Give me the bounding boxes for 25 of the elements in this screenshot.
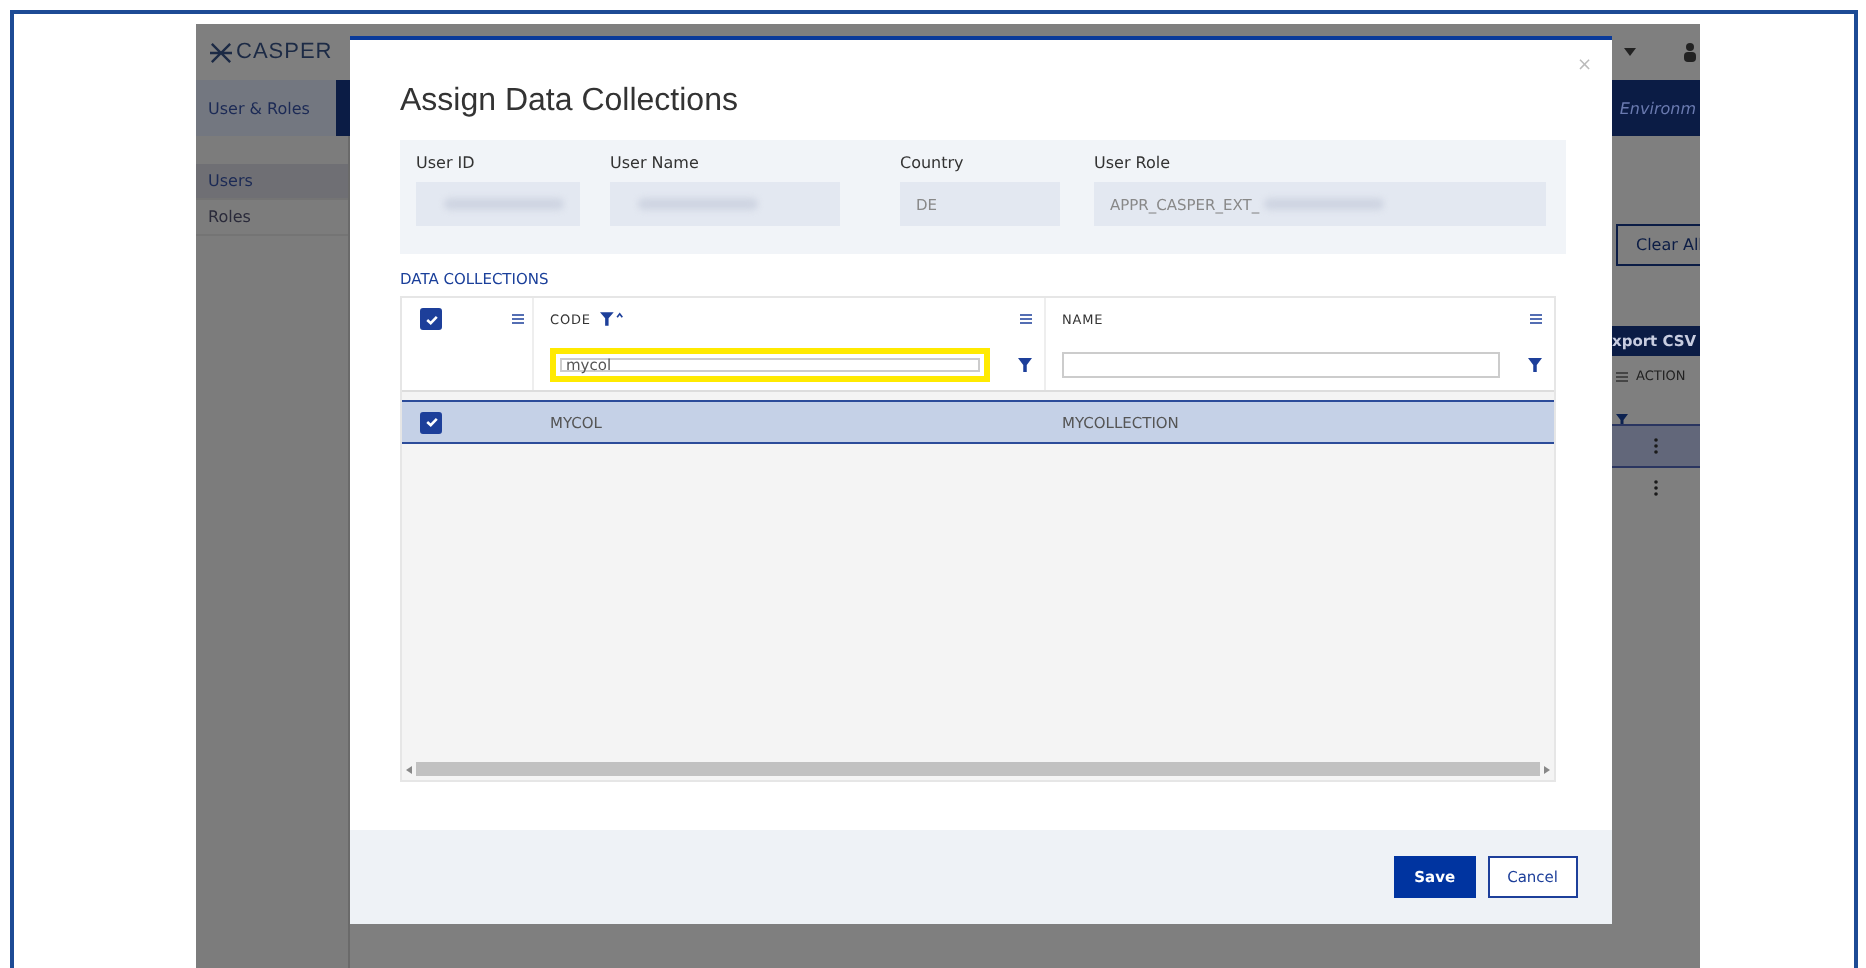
column-menu-icon[interactable] — [1020, 314, 1032, 324]
column-menu-icon[interactable] — [1616, 371, 1628, 381]
field-label: User Name — [610, 154, 701, 172]
column-menu-icon[interactable] — [512, 314, 524, 324]
table-row[interactable] — [1612, 424, 1700, 468]
select-all-checkbox[interactable] — [420, 308, 442, 330]
logo-text: CASPER — [236, 40, 333, 64]
scroll-right-icon[interactable] — [1544, 765, 1550, 773]
row-checkbox[interactable] — [420, 411, 442, 433]
filter-icon[interactable] — [1018, 358, 1032, 372]
filter-field[interactable] — [1062, 352, 1500, 378]
nav-text: Environm — [1619, 99, 1696, 117]
check-icon — [423, 311, 439, 327]
dialog-title: Assign Data Collections — [400, 84, 738, 122]
caret-icon[interactable] — [1624, 48, 1636, 56]
field-label: Country — [900, 154, 966, 172]
field-label: User ID — [416, 154, 477, 172]
user-icon[interactable] — [1684, 42, 1696, 62]
scroll-left-icon[interactable] — [406, 765, 412, 773]
horizontal-scrollbar[interactable] — [402, 760, 1554, 778]
column-menu-icon[interactable] — [1530, 314, 1542, 324]
check-icon — [423, 414, 439, 430]
filter-sort-icon[interactable] — [600, 312, 625, 326]
filter-icon[interactable] — [1528, 358, 1542, 372]
field-label: User Role — [1094, 154, 1173, 172]
